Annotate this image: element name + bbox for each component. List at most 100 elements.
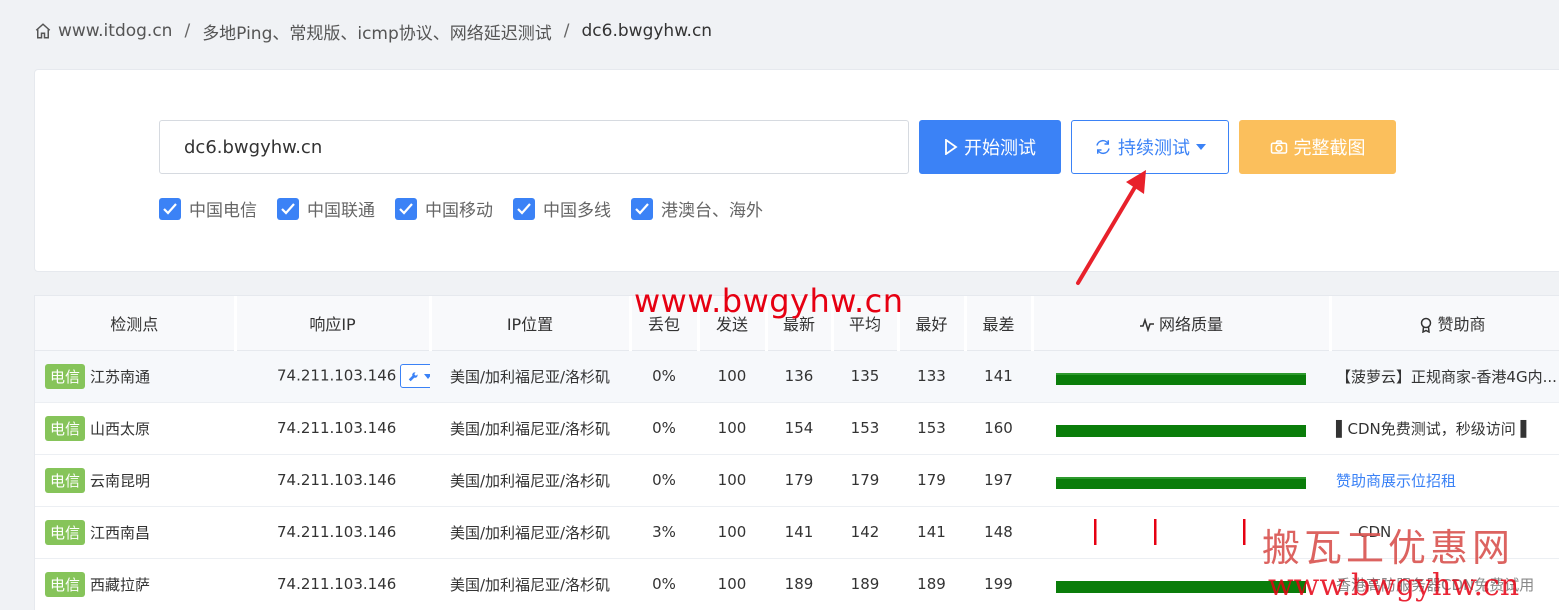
best-cell: 141 — [898, 506, 965, 559]
avg-cell: 142 — [832, 506, 898, 559]
col-quality-label: 网络质量 — [1158, 314, 1223, 334]
node-cell: 电信 江西南昌 — [35, 506, 235, 559]
start-test-label: 开始测试 — [964, 138, 1036, 159]
filter-multiline[interactable]: 中国多线 — [513, 196, 611, 221]
col-node[interactable]: 检测点 — [35, 296, 237, 351]
ip-text: 74.211.103.146 — [277, 575, 397, 593]
checkbox-checked-icon[interactable] — [277, 197, 299, 220]
ip-text: 74.211.103.146 — [277, 471, 397, 489]
isp-badge: 电信 — [45, 467, 86, 493]
loss-cell: 0% — [630, 350, 698, 403]
search-panel: 开始测试 持续测试 完整截图 中国电信 中国联通 中国移动 中国多线 港澳台、海… — [34, 69, 1559, 272]
host-input[interactable] — [159, 120, 909, 174]
loss-cell: 3% — [630, 506, 698, 559]
location-cell: 美国/加利福尼亚/洛杉矶 — [430, 454, 630, 507]
col-worst[interactable]: 最差 — [965, 296, 1034, 351]
sent-cell: 100 — [698, 350, 766, 403]
node-cell: 电信 山西太原 — [35, 402, 235, 455]
filter-overseas[interactable]: 港澳台、海外 — [631, 196, 763, 221]
best-cell: 153 — [898, 402, 965, 455]
avg-cell: 135 — [832, 350, 898, 403]
col-latest[interactable]: 最新 — [766, 296, 834, 351]
quality-cell — [1032, 402, 1330, 455]
latest-cell: 179 — [766, 454, 832, 507]
best-cell: 179 — [898, 454, 965, 507]
breadcrumb-section[interactable]: 多地Ping、常规版、icmp协议、网络延迟测试 — [202, 19, 552, 44]
filter-label: 中国电信 — [189, 201, 257, 221]
filter-mobile[interactable]: 中国移动 — [395, 196, 493, 221]
ip-text: 74.211.103.146 — [277, 366, 397, 385]
col-sent[interactable]: 发送 — [698, 296, 768, 351]
col-best[interactable]: 最好 — [898, 296, 967, 351]
quality-cell — [1032, 350, 1330, 403]
worst-cell: 197 — [965, 454, 1032, 507]
best-cell: 189 — [898, 558, 965, 610]
chevron-down-icon — [423, 373, 430, 379]
breadcrumb-separator: / — [184, 21, 191, 41]
node-cell: 电信 江苏南通 — [35, 350, 235, 403]
sponsor-cell[interactable]: 赞助商展示位招租 — [1330, 454, 1559, 507]
ip-cell: 74.211.103.146 — [235, 506, 430, 559]
ip-cell: 74.211.103.146 — [235, 402, 430, 455]
worst-cell: 141 — [965, 350, 1032, 403]
checkbox-checked-icon[interactable] — [159, 197, 181, 220]
worst-cell: 148 — [965, 506, 1032, 559]
sent-cell: 100 — [698, 558, 766, 610]
quality-cell — [1032, 454, 1330, 507]
isp-badge: 电信 — [45, 519, 86, 545]
loss-cell: 0% — [630, 402, 698, 455]
loss-cell: 0% — [630, 558, 698, 610]
ip-text: 74.211.103.146 — [277, 419, 397, 437]
isp-badge: 电信 — [45, 415, 86, 441]
loss-cell: 0% — [630, 454, 698, 507]
node-name: 西藏拉萨 — [90, 575, 151, 594]
full-screenshot-button[interactable]: 完整截图 — [1239, 120, 1396, 174]
location-cell: 美国/加利福尼亚/洛杉矶 — [430, 350, 630, 403]
sponsor-cell[interactable]: 香港高防服务器CDN免费试用 — [1330, 558, 1559, 610]
quality-bar — [1056, 476, 1306, 489]
ip-cell: 74.211.103.146 — [235, 350, 430, 403]
ip-cell: 74.211.103.146 — [235, 558, 430, 610]
quality-bar — [1056, 424, 1306, 437]
sponsor-cell[interactable]: 【菠萝云】正规商家-香港4G内... — [1330, 350, 1559, 403]
col-ip[interactable]: 响应IP — [235, 296, 432, 351]
quality-cell — [1032, 558, 1330, 610]
col-loss[interactable]: 丢包 — [630, 296, 700, 351]
filter-telecom[interactable]: 中国电信 — [159, 196, 257, 221]
location-cell: 美国/加利福尼亚/洛杉矶 — [430, 558, 630, 610]
table-row: 电信 云南昆明 74.211.103.146 美国/加利福尼亚/洛杉矶 0% 10… — [35, 454, 1559, 507]
award-icon — [1421, 318, 1432, 334]
checkbox-checked-icon[interactable] — [513, 197, 535, 220]
node-name: 云南昆明 — [90, 471, 151, 490]
node-name: 江苏南通 — [90, 367, 151, 386]
filter-label: 中国多线 — [543, 201, 611, 221]
avg-cell: 153 — [832, 402, 898, 455]
worst-cell: 160 — [965, 402, 1032, 455]
filter-unicom[interactable]: 中国联通 — [277, 196, 375, 221]
continuous-test-button[interactable]: 持续测试 — [1071, 120, 1229, 174]
ip-tools-button[interactable] — [400, 364, 430, 388]
breadcrumb: www.itdog.cn / 多地Ping、常规版、icmp协议、网络延迟测试 … — [34, 18, 712, 44]
sponsor-link[interactable]: 赞助商展示位招租 — [1336, 472, 1456, 490]
checkbox-checked-icon[interactable] — [631, 197, 653, 220]
node-cell: 电信 云南昆明 — [35, 454, 235, 507]
sponsor-cell[interactable]: CDN — [1330, 506, 1559, 559]
col-avg[interactable]: 平均 — [832, 296, 900, 351]
checkbox-checked-icon[interactable] — [395, 197, 417, 220]
filter-label: 港澳台、海外 — [661, 201, 763, 221]
table-row: 电信 山西太原 74.211.103.146 美国/加利福尼亚/洛杉矶 0% 10… — [35, 402, 1559, 455]
filter-label: 中国联通 — [307, 201, 375, 221]
breadcrumb-separator: / — [563, 21, 570, 41]
col-location[interactable]: IP位置 — [430, 296, 632, 351]
start-test-button[interactable]: 开始测试 — [919, 120, 1061, 174]
col-quality: 网络质量 — [1032, 296, 1332, 351]
latest-cell: 141 — [766, 506, 832, 559]
breadcrumb-home[interactable]: www.itdog.cn — [58, 21, 172, 41]
table-row: 电信 江西南昌 74.211.103.146 美国/加利福尼亚/洛杉矶 3% 10… — [35, 506, 1559, 559]
quality-bar — [1056, 580, 1306, 593]
quality-bar — [1056, 372, 1306, 385]
isp-filter-group: 中国电信 中国联通 中国移动 中国多线 港澳台、海外 — [159, 196, 783, 221]
wrench-icon — [408, 372, 418, 382]
avg-cell: 189 — [832, 558, 898, 610]
sponsor-cell[interactable]: ▌CDN免费测试，秒级访问 ▌ — [1330, 402, 1559, 455]
